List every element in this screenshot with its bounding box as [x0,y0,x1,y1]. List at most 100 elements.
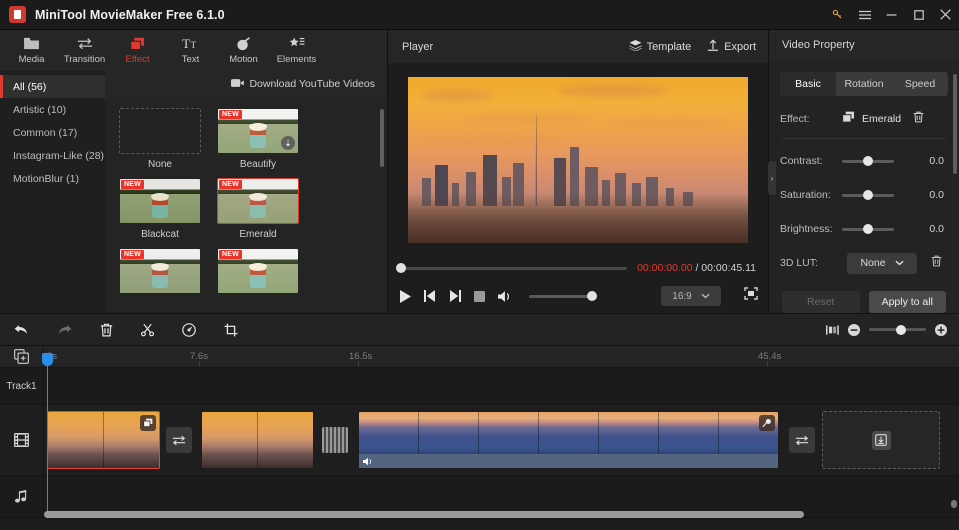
crop-icon[interactable] [224,323,238,337]
category-artistic[interactable]: Artistic (10) [0,98,105,121]
ruler-tick: 45.4s [758,351,782,362]
effect-item-blackcat[interactable]: NEW Blackcat [119,178,201,240]
tab-effect[interactable]: Effect [111,30,164,71]
timeline-horizontal-scrollbar[interactable] [44,511,805,518]
ruler-scale[interactable]: 0s 7.6s 16.5s 45.4s [44,346,959,367]
play-icon[interactable] [400,289,411,303]
timeline-transition-strip[interactable] [322,427,348,453]
film-strip-icon[interactable] [0,405,44,475]
download-icon[interactable]: ⇣ [281,136,295,150]
timeline-clip-city-2[interactable] [201,411,314,469]
export-upload-icon [707,39,719,54]
property-body: Basic Rotation Speed Effect: Emerald Con… [769,60,959,313]
slider-knob[interactable] [863,156,873,166]
lut-label: 3D LUT: [780,257,818,269]
seek-slider[interactable] [396,263,628,273]
new-badge: NEW [121,180,144,189]
effect-item-beautify[interactable]: NEW ⇣ Beautify [217,108,299,170]
trash-icon[interactable] [931,254,942,272]
tab-text[interactable]: TT Text [164,30,217,71]
effects-grid-scrollbar[interactable] [380,109,384,167]
minimize-icon[interactable] [878,0,905,30]
zoom-knob[interactable] [896,324,907,335]
folder-icon [24,36,39,51]
template-button[interactable]: Template [628,39,691,54]
category-label: Instagram-Like (28) [13,149,105,162]
timeline-clip-ocean-3[interactable] [358,411,779,469]
timeline-transition-1[interactable] [166,427,192,453]
export-label: Export [724,40,756,53]
saturation-slider[interactable] [842,190,894,200]
video-clips-area[interactable] [44,405,959,475]
total-time: 00:00:45.11 [701,262,756,274]
zoom-out-icon[interactable] [848,323,860,336]
tab-rotation[interactable]: Rotation [836,72,892,96]
previous-frame-icon[interactable] [424,290,436,302]
playhead-handle[interactable] [42,353,53,366]
apply-to-all-button[interactable]: Apply to all [868,291,946,313]
video-preview[interactable] [408,77,748,243]
contrast-slider[interactable] [842,156,894,166]
redo-arrow-icon[interactable] [57,324,72,336]
reset-button[interactable]: Reset [782,291,860,313]
tab-motion[interactable]: Motion [217,30,270,71]
add-media-icon[interactable] [0,346,44,367]
volume-slider[interactable] [529,291,597,301]
slider-knob[interactable] [863,190,873,200]
tab-basic[interactable]: Basic [780,72,836,96]
category-label: Common (17) [13,126,78,139]
player-actions: Template Export [628,39,756,54]
playhead[interactable] [42,353,53,511]
contrast-row: Contrast: 0.0 [780,149,948,173]
timeline-clip-city-1[interactable] [47,411,160,469]
category-common[interactable]: Common (17) [0,121,105,144]
export-button[interactable]: Export [707,39,756,54]
trash-icon[interactable] [100,323,113,337]
tab-elements[interactable]: Elements [270,30,323,71]
clip-audio-bar[interactable] [359,454,778,468]
video-property-panel: Video Property › Basic Rotation Speed Ef… [768,30,959,313]
next-frame-icon[interactable] [449,290,461,302]
tab-media[interactable]: Media [5,30,58,71]
effect-item-none[interactable]: None [119,108,201,170]
timeline-zoom-slider[interactable] [869,324,926,335]
timeline-vertical-scrollbar[interactable] [951,500,957,508]
close-icon[interactable] [932,0,959,30]
volume-icon[interactable] [498,290,513,303]
brightness-slider[interactable] [842,224,894,234]
media-dropzone[interactable] [822,411,940,469]
slider-knob[interactable] [863,224,873,234]
zoom-in-icon[interactable] [935,323,947,336]
zoom-fit-icon[interactable] [826,324,839,336]
download-youtube-videos-button[interactable]: Download YouTube Videos [105,71,387,97]
seek-knob[interactable] [396,263,406,273]
aspect-ratio-dropdown[interactable]: 16:9 [661,286,721,306]
tab-speed[interactable]: Speed [892,72,948,96]
scissors-icon[interactable] [141,323,154,337]
tab-transition[interactable]: Transition [58,30,111,71]
stop-icon[interactable] [474,290,485,302]
timeline-transition-2[interactable] [789,427,815,453]
undo-arrow-icon[interactable] [14,324,29,336]
hamburger-menu-icon[interactable] [851,0,878,30]
category-instagram-like[interactable]: Instagram-Like (28) [0,144,105,167]
new-badge: NEW [219,180,242,189]
app-title: MiniTool MovieMaker Free 6.1.0 [35,7,225,22]
music-note-icon[interactable] [0,476,44,517]
fullscreen-icon[interactable] [744,287,758,305]
volume-knob[interactable] [587,291,597,301]
license-key-icon[interactable] [824,0,851,30]
category-all[interactable]: All (56) [0,75,105,98]
effect-item-row3-a[interactable]: NEW [119,248,201,294]
maximize-icon[interactable] [905,0,932,30]
effect-item-emerald[interactable]: NEW Emerald [217,178,299,240]
text-tt-icon: TT [182,36,199,51]
timeline-tracks: Track1 [0,368,959,520]
property-scrollbar[interactable] [953,74,957,174]
trash-icon[interactable] [913,110,924,128]
category-motionblur[interactable]: MotionBlur (1) [0,167,105,190]
speedometer-icon[interactable] [182,322,196,337]
effect-thumbnail: NEW [119,178,201,224]
effect-item-row3-b[interactable]: NEW [217,248,299,294]
lut-dropdown[interactable]: None [847,252,917,274]
